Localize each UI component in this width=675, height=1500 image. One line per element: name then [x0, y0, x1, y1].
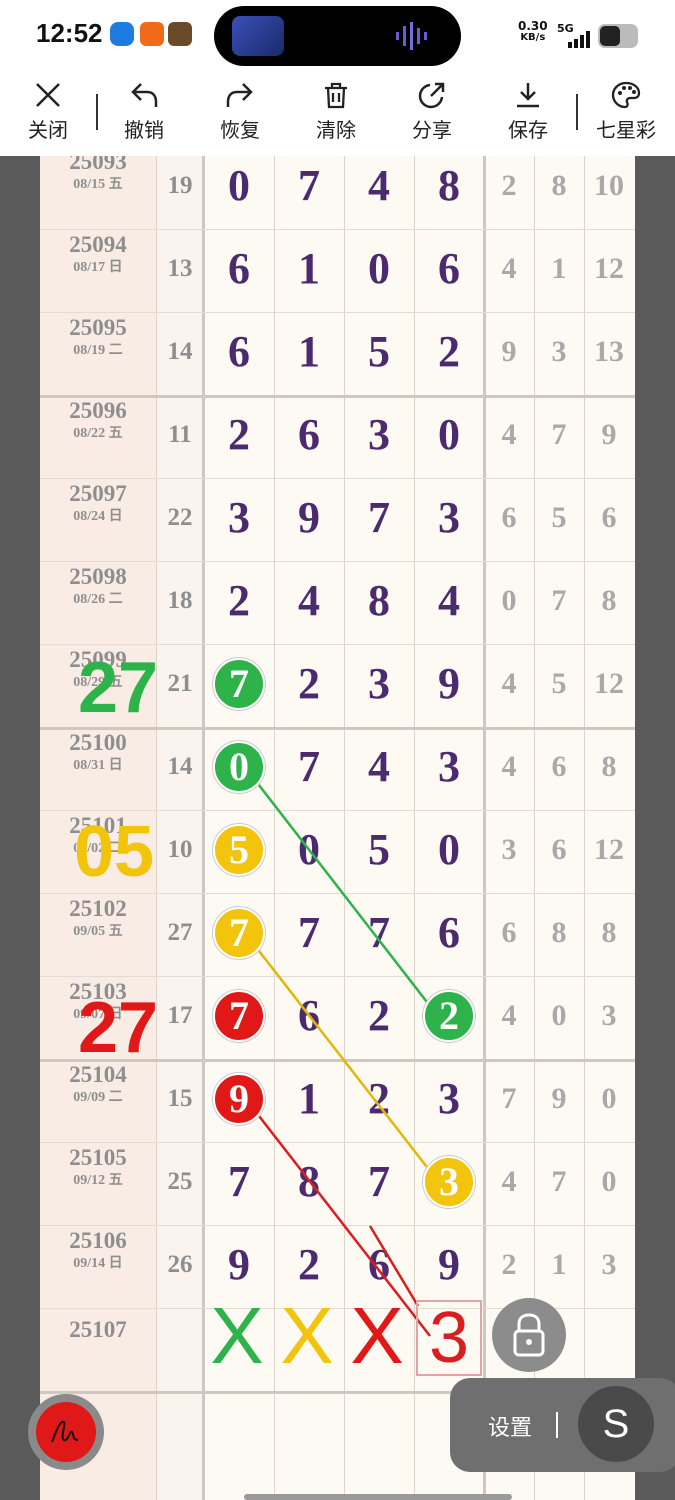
pen-button[interactable] — [28, 1394, 104, 1470]
lottery-type-button[interactable]: 七星彩 — [586, 76, 666, 150]
undo-icon — [131, 83, 158, 107]
share-icon — [418, 82, 445, 109]
net-speed-value: 0.30 — [518, 19, 548, 33]
s-button[interactable]: S — [578, 1386, 654, 1462]
settings-button[interactable]: 设置 — [488, 1410, 532, 1442]
signature-icon — [51, 1420, 79, 1443]
network-speed: 0.30 KB/s — [518, 20, 548, 44]
red-circled-digit[interactable]: 9 — [213, 1073, 265, 1125]
green-trend-line — [237, 757, 431, 1007]
battery-icon — [598, 24, 638, 48]
app-k-icon — [110, 22, 134, 46]
status-time: 12:52 — [36, 18, 103, 48]
save-label: 保存 — [508, 118, 548, 142]
mark-x-red[interactable]: X — [342, 1294, 412, 1378]
save-button[interactable]: 保存 — [488, 76, 568, 150]
share-label: 分享 — [412, 118, 452, 142]
close-icon — [36, 83, 60, 107]
yellow-circled-digit[interactable]: 5 — [213, 824, 265, 876]
trend-sheet[interactable]: 25093 08/15 五 19 0 7 4 8 2 8 10 25094 08/17 日 13 6 1 0 6… — [40, 156, 635, 1500]
yellow-circled-digit[interactable]: 3 — [423, 1156, 475, 1208]
settings-panel: 设置 S — [450, 1378, 675, 1472]
settings-divider — [556, 1412, 558, 1438]
app-game-icon — [168, 22, 192, 46]
audio-wave-icon — [396, 22, 427, 50]
palette-icon — [611, 81, 641, 109]
download-icon — [517, 83, 539, 108]
red-circled-digit[interactable]: 7 — [213, 990, 265, 1042]
redo-button[interactable]: 恢复 — [200, 76, 280, 150]
lock-icon — [513, 1313, 545, 1357]
trash-icon — [325, 82, 347, 109]
scroll-indicator[interactable] — [244, 1494, 512, 1500]
dynamic-island[interactable] — [214, 6, 461, 66]
mark-x-yellow[interactable]: X — [272, 1294, 342, 1378]
toolbar-divider — [96, 94, 98, 130]
close-button[interactable]: 关闭 — [8, 76, 88, 150]
undo-label: 撤销 — [124, 118, 164, 142]
yellow-trend-line — [237, 923, 431, 1172]
green-circled-digit[interactable]: 0 — [213, 741, 265, 793]
green-annotation: 27 — [78, 648, 159, 728]
green-circled-digit[interactable]: 7 — [213, 658, 265, 710]
clear-label: 清除 — [316, 118, 356, 142]
toolbar: 关闭 撤销 恢复 清除 分享 保存 七星彩 — [0, 72, 675, 156]
lock-button[interactable] — [492, 1298, 566, 1372]
media-thumbnail — [232, 16, 284, 56]
undo-button[interactable]: 撤销 — [104, 76, 184, 150]
red-annotation: 27 — [78, 988, 159, 1068]
chart-board[interactable]: 25093 08/15 五 19 0 7 4 8 2 8 10 25094 08/17 日 13 6 1 0 6… — [0, 156, 675, 1500]
close-label: 关闭 — [28, 118, 68, 142]
yellow-annotation: 05 — [74, 812, 155, 892]
share-button[interactable]: 分享 — [392, 76, 472, 150]
mark-x-green[interactable]: X — [202, 1294, 272, 1378]
clear-button[interactable]: 清除 — [296, 76, 376, 150]
net-speed-unit: KB/s — [520, 32, 546, 43]
redo-label: 恢复 — [220, 118, 260, 142]
next-period-number: 25107 — [69, 1317, 127, 1342]
yellow-circled-digit[interactable]: 7 — [213, 907, 265, 959]
lottery-label: 七星彩 — [596, 118, 656, 142]
status-bar: 12:52 0.30 KB/s 5G — [0, 0, 675, 72]
toolbar-divider — [576, 94, 578, 130]
redo-icon — [226, 83, 253, 107]
app-orange-icon — [140, 22, 164, 46]
next-period: 25107 — [40, 1316, 156, 1344]
signal-icon — [568, 31, 590, 48]
green-circled-digit[interactable]: 2 — [423, 990, 475, 1042]
prediction-box[interactable]: 3 — [416, 1300, 482, 1376]
